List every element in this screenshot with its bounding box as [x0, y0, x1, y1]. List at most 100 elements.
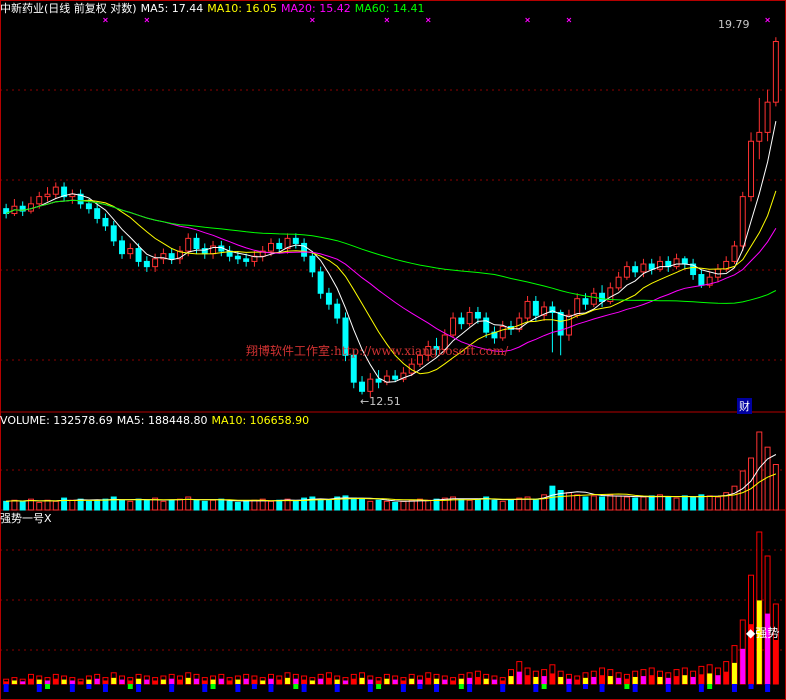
volume-bar — [36, 501, 43, 511]
candle-body — [317, 271, 324, 294]
price-header: 中新药业(日线 前复权 对数) MA5: 17.44 MA10: 16.05 MA20… — [0, 2, 428, 16]
indicator-negative-bar — [3, 684, 9, 692]
volume-bar — [665, 496, 672, 511]
high-price-label: 19.79 — [718, 18, 750, 31]
signal-x-marker — [525, 17, 530, 23]
volume-bar — [102, 498, 109, 511]
signal-x-marker — [765, 17, 770, 23]
indicator-fill-bar — [251, 679, 257, 684]
indicator-bars — [3, 531, 779, 692]
indicator-fill-bar — [591, 676, 597, 684]
volume-bar — [731, 485, 738, 511]
signal-x-marker — [384, 17, 390, 23]
candle-body — [243, 258, 250, 262]
indicator-fill-bar — [185, 677, 191, 684]
candle-body — [623, 266, 630, 278]
volume-bar — [85, 500, 92, 511]
indicator-negative-bar — [417, 684, 423, 689]
volume-bar — [400, 500, 407, 511]
volume-bar — [226, 500, 233, 511]
volume-bar — [582, 496, 589, 511]
volume-bar — [52, 500, 59, 511]
indicator-negative-bar — [268, 684, 274, 692]
indicator-fill-bar — [607, 676, 613, 684]
candle-body — [359, 381, 366, 392]
indicator-negative-bar — [599, 684, 605, 692]
indicator-negative-bar — [665, 684, 671, 692]
volume-bar — [474, 498, 481, 511]
indicator-negative-bar — [235, 684, 241, 692]
indicator-fill-bar — [160, 679, 166, 684]
volume-bar — [739, 470, 746, 511]
indicator-negative-bar — [707, 684, 713, 689]
volume-bar — [69, 499, 76, 511]
candle-body — [234, 255, 241, 260]
volume-bar — [408, 499, 415, 511]
volume-label: VOLUME: 132578.69 — [0, 414, 113, 427]
indicator-negative-bar — [251, 684, 257, 689]
volume-bar — [383, 500, 390, 511]
candle-body — [599, 292, 606, 302]
volume-bar — [532, 498, 539, 511]
indicator-fill-bar — [640, 676, 646, 684]
indicator-fill-bar — [690, 676, 696, 684]
candle-body — [648, 263, 655, 270]
indicator-fill-bar — [301, 679, 307, 684]
indicator-fill-bar — [566, 678, 572, 684]
volume-bar — [590, 495, 597, 511]
indicator-fill-bar — [169, 678, 175, 684]
indicator-fill-bar — [599, 675, 605, 684]
volume-ma5-line — [6, 454, 777, 502]
indicator-fill-bar — [334, 679, 340, 684]
volume-ma5-label: MA5: 188448.80 — [116, 414, 208, 427]
indicator-fill-bar — [61, 679, 67, 684]
indicator-fill-bar — [69, 680, 75, 684]
indicator-fill-bar — [3, 681, 9, 684]
volume-bar — [3, 500, 10, 511]
candle-body — [85, 203, 92, 210]
candle-body — [135, 248, 142, 262]
indicator-negative-bar — [367, 684, 373, 692]
candle-body — [268, 242, 274, 252]
volume-bar — [168, 499, 175, 511]
ma20-line — [5, 199, 777, 353]
indicator-negative-bar — [376, 684, 382, 689]
indicator-fill-bar — [276, 679, 282, 684]
volume-bar — [359, 498, 366, 511]
indicator-fill-bar — [657, 676, 663, 684]
candle-body — [698, 274, 705, 286]
indicator-fill-bar — [210, 679, 216, 684]
volume-bar — [292, 500, 299, 511]
indicator-fill-bar — [682, 675, 688, 684]
volume-bar — [714, 496, 721, 511]
indicator-fill-bar — [202, 680, 208, 684]
candle-body — [450, 317, 457, 336]
indicator-negative-bar — [624, 684, 630, 689]
indicator-fill-bar — [359, 677, 365, 684]
candle-body — [615, 276, 622, 289]
volume-bar — [673, 497, 680, 511]
volume-bar — [127, 500, 134, 511]
indicator-negative-bar — [169, 684, 175, 692]
volume-bar — [119, 499, 125, 511]
candle-body — [36, 196, 43, 205]
strong-signal-label: ◆强势 — [746, 626, 780, 640]
volume-bar — [623, 496, 630, 511]
indicator-fill-bar — [260, 680, 266, 684]
indicator-fill-bar — [458, 678, 464, 684]
financial-report-marker: 财 — [737, 398, 752, 414]
indicator-fill-bar — [376, 680, 382, 684]
candle-body — [367, 378, 374, 392]
indicator-label: 强势一号X — [0, 512, 52, 525]
indicator-negative-bar — [210, 684, 216, 689]
indicator-fill-bar — [417, 679, 423, 684]
indicator-fill-bar — [450, 680, 456, 684]
indicator-fill-bar — [194, 678, 199, 684]
indicator-fill-bar — [756, 600, 762, 684]
indicator-fill-bar — [723, 671, 729, 684]
indicator-fill-bar — [624, 678, 630, 684]
volume-bar — [375, 499, 382, 511]
indicator-fill-bar — [773, 640, 779, 684]
indicator-negative-bar — [748, 684, 754, 689]
indicator-negative-bar — [731, 684, 737, 692]
